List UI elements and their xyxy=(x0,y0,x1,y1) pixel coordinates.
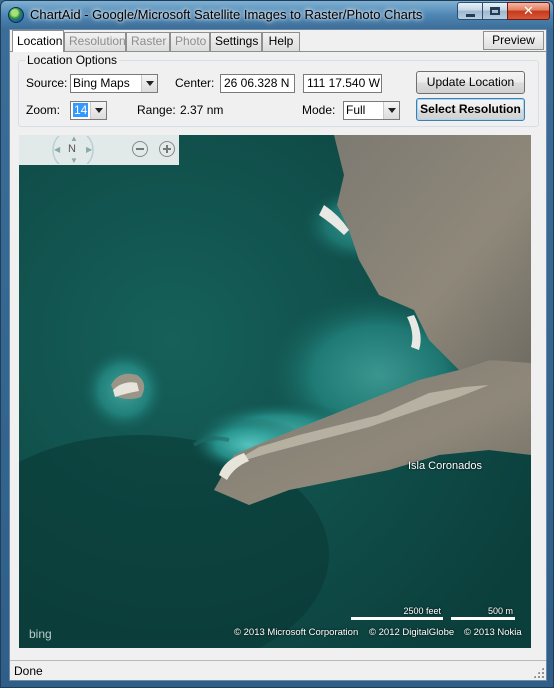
range-value: 2.37 nm xyxy=(180,103,224,117)
zoom-in-icon[interactable] xyxy=(159,141,175,157)
copyright-digitalglobe: © 2012 DigitalGlobe xyxy=(369,627,455,638)
preview-button[interactable]: Preview xyxy=(483,31,544,50)
mode-select[interactable]: Full xyxy=(343,101,400,120)
center-label: Center: xyxy=(175,76,215,90)
range-label: Range: xyxy=(137,103,176,117)
tab-divider xyxy=(10,51,546,52)
zoom-select[interactable]: 14 xyxy=(70,101,107,120)
tab-strip: Location Resolution Raster Photo Setting… xyxy=(10,30,546,52)
center-latitude-field[interactable]: 26 06.328 N xyxy=(220,74,295,93)
chevron-down-icon[interactable] xyxy=(141,75,157,92)
tab-resolution[interactable]: Resolution xyxy=(64,32,126,51)
copyright-microsoft: © 2013 Microsoft Corporation xyxy=(234,627,359,638)
minimize-icon xyxy=(465,13,475,17)
compass-north-label: N xyxy=(68,143,76,155)
tab-raster[interactable]: Raster xyxy=(126,32,170,51)
status-text: Done xyxy=(14,664,43,678)
select-resolution-button[interactable]: Select Resolution xyxy=(416,98,525,121)
map-navigation-control: ▲ ◀ ▶ ▼ N xyxy=(19,135,179,165)
tab-help[interactable]: Help xyxy=(262,32,300,51)
close-button[interactable]: ✕ xyxy=(507,2,550,20)
satellite-imagery xyxy=(19,135,531,648)
source-label: Source: xyxy=(26,76,68,90)
pan-up-icon[interactable]: ▲ xyxy=(70,135,78,143)
chevron-down-icon[interactable] xyxy=(90,102,106,119)
pan-right-icon[interactable]: ▶ xyxy=(86,145,92,154)
app-window: ChartAid - Google/Microsoft Satellite Im… xyxy=(0,0,554,688)
resize-grip-icon[interactable] xyxy=(533,667,544,678)
source-value: Bing Maps xyxy=(73,76,130,90)
zoom-label: Zoom: xyxy=(26,103,61,117)
zoom-out-icon[interactable] xyxy=(132,141,148,157)
globe-icon xyxy=(8,7,24,23)
mode-value: Full xyxy=(346,103,366,117)
scale-bar-feet: 2500 feet xyxy=(351,606,443,620)
title-bar[interactable]: ChartAid - Google/Microsoft Satellite Im… xyxy=(1,1,553,29)
maximize-icon xyxy=(490,7,500,15)
chevron-down-icon[interactable] xyxy=(383,102,399,119)
compass-control[interactable]: ▲ ◀ ▶ ▼ N xyxy=(51,135,95,165)
window-title: ChartAid - Google/Microsoft Satellite Im… xyxy=(30,7,423,22)
update-location-button[interactable]: Update Location xyxy=(416,71,525,94)
copyright-nokia: © 2013 Nokia xyxy=(464,627,522,638)
close-icon: ✕ xyxy=(523,3,534,19)
maximize-button[interactable] xyxy=(482,2,508,20)
pan-left-icon[interactable]: ◀ xyxy=(54,145,60,154)
pan-down-icon[interactable]: ▼ xyxy=(70,156,78,165)
tab-settings[interactable]: Settings xyxy=(210,32,262,51)
zoom-value: 14 xyxy=(73,103,89,117)
location-options-group: Location Options Source: Bing Maps Cente… xyxy=(18,53,539,127)
map-place-label: Isla Coronados xyxy=(408,460,482,472)
scale-bar-meters: 500 m xyxy=(451,606,515,620)
satellite-map[interactable]: ▲ ◀ ▶ ▼ N Isla Coronados 2500 feet 500 m… xyxy=(19,135,531,648)
bing-logo: bing xyxy=(29,627,52,641)
tab-location[interactable]: Location xyxy=(12,30,64,52)
status-bar: Done xyxy=(10,660,546,680)
center-longitude-field[interactable]: 111 17.540 W xyxy=(303,74,382,93)
source-select[interactable]: Bing Maps xyxy=(70,74,158,93)
tab-photo[interactable]: Photo xyxy=(170,32,210,51)
mode-label: Mode: xyxy=(302,103,336,117)
minimize-button[interactable] xyxy=(457,2,483,20)
group-legend: Location Options xyxy=(25,53,120,67)
client-area: Location Resolution Raster Photo Setting… xyxy=(9,29,547,681)
